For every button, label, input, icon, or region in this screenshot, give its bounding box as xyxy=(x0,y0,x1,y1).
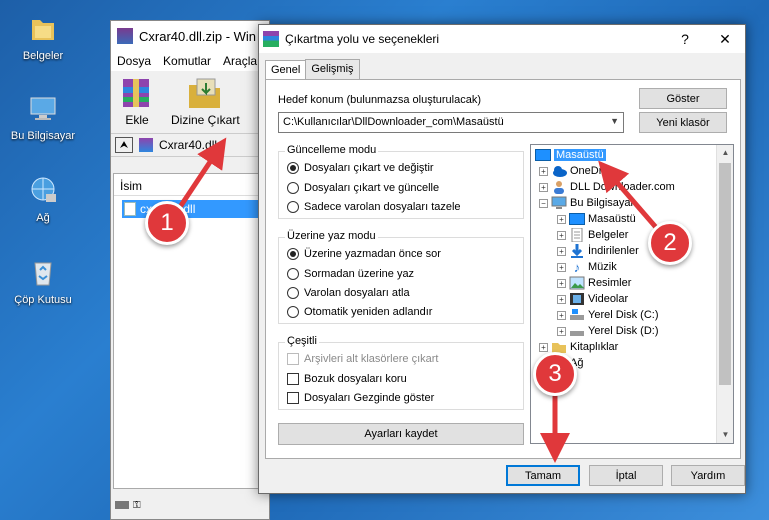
arrow-2 xyxy=(598,160,662,234)
step-badge-3: 3 xyxy=(533,352,577,396)
step-badge-2: 2 xyxy=(648,221,692,265)
annotation-arrows xyxy=(175,137,662,463)
step-badge-1: 1 xyxy=(145,201,189,245)
arrow-1 xyxy=(175,137,227,212)
